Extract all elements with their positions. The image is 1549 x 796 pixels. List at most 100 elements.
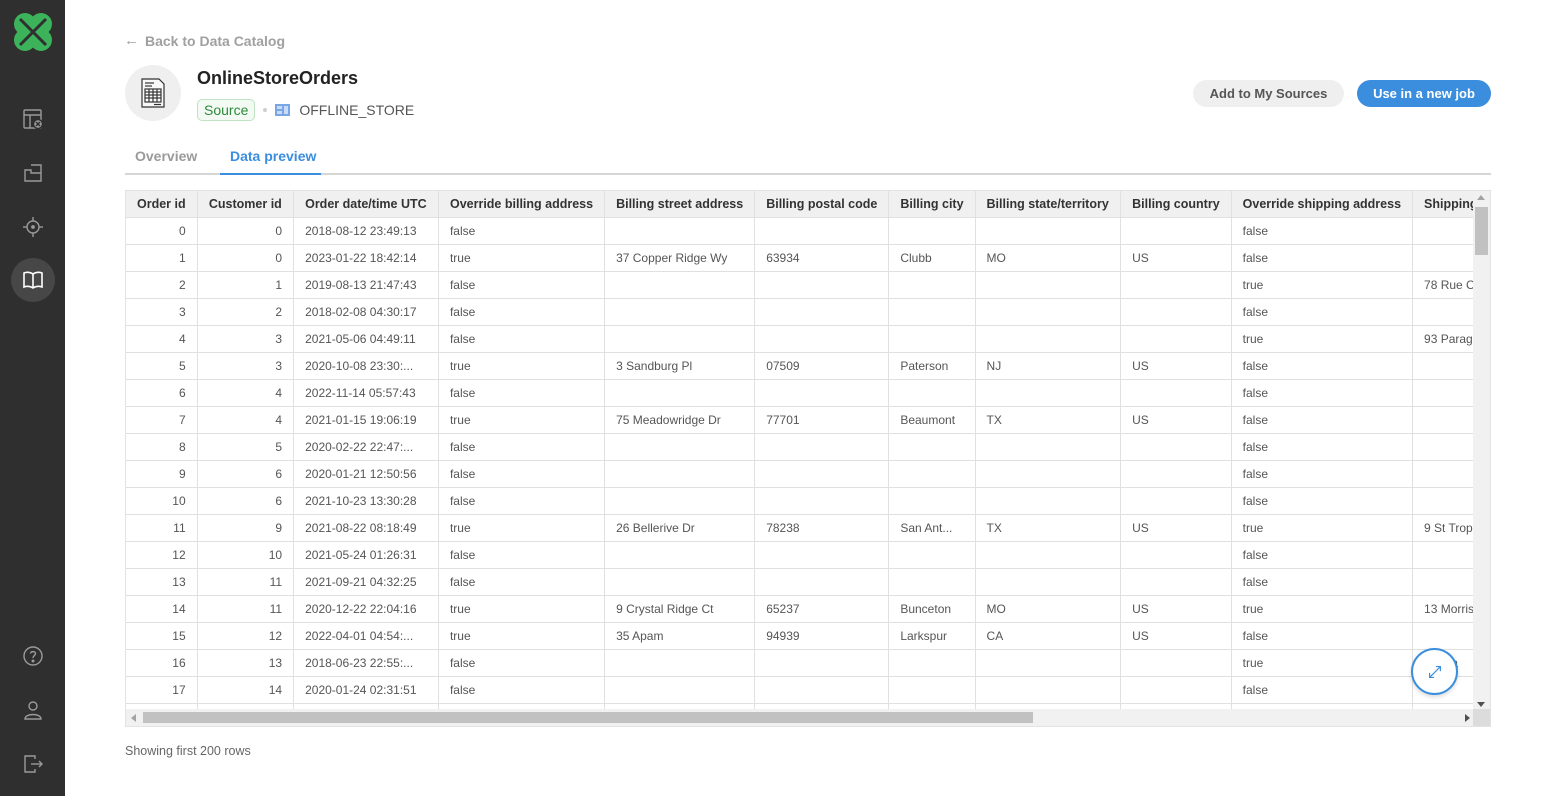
table-cell: false [1231,298,1414,326]
table-cell: 6 [197,487,295,515]
table-cell: 77701 [754,406,890,434]
column-header[interactable]: Customer id [197,191,295,218]
table-cell: false [1231,352,1414,380]
data-catalog-icon[interactable] [11,258,55,302]
table-cell: 2021-09-21 04:32:25 [293,568,439,596]
tab-bar: Overview Data preview [125,140,1491,175]
table-cell [604,217,756,245]
scroll-up-arrow[interactable] [1477,195,1485,200]
column-header[interactable]: Override billing address [438,191,606,218]
column-header[interactable]: Billing street address [604,191,756,218]
table-cell [1120,298,1232,326]
table-cell: 9 [197,514,295,542]
table-cell [754,325,890,353]
column-header[interactable]: Billing postal code [754,191,890,218]
table-cell: 5 [126,352,198,380]
column-header[interactable]: Order date/time UTC [293,191,439,218]
table-row[interactable]: 5 3 2020-10-08 23:30:... true 3 Sandburg Pl 0… [126,352,1490,380]
table-cell [1120,379,1232,407]
vertical-scrollbar[interactable] [1473,191,1490,711]
store-name: OFFLINE_STORE [299,102,415,118]
table-row[interactable]: 4 3 2021-05-06 04:49:11 false true 93 Parag [126,325,1490,353]
table-row[interactable]: 13 11 2021-09-21 04:32:25 false false [126,568,1490,596]
table-cell: false [1231,541,1414,569]
table-cell: 3 [197,325,295,353]
column-header[interactable]: Billing city [888,191,976,218]
horizontal-scroll-thumb[interactable] [143,712,1033,723]
table-cell: false [438,433,606,461]
column-header[interactable]: Order id [126,191,198,218]
table-cell: false [1231,460,1414,488]
scroll-right-arrow[interactable] [1465,714,1470,722]
table-cell: 2020-12-22 22:04:16 [293,595,439,623]
table-cell [754,298,890,326]
table-cell: Bunceton [888,595,976,623]
table-cell: false [1231,676,1414,704]
tab-overview[interactable]: Overview [135,148,197,164]
table-cell: 26 Bellerive Dr [604,514,756,542]
table-cell: US [1120,244,1232,272]
table-cell: false [438,568,606,596]
table-cell: 2021-08-22 08:18:49 [293,514,439,542]
monitor-icon[interactable] [11,205,55,249]
table-cell [754,676,890,704]
table-row[interactable]: 11 9 2021-08-22 08:18:49 true 26 Bellerive D… [126,514,1490,542]
tab-data-preview[interactable]: Data preview [230,148,316,164]
table-row[interactable]: 1 0 2023-01-22 18:42:14 true 37 Copper Ridge… [126,244,1490,272]
table-row[interactable]: 12 10 2021-05-24 01:26:31 false false [126,541,1490,569]
table-cell: 16 [126,649,198,677]
table-cell: TX [975,514,1122,542]
table-row[interactable]: 0 0 2018-08-12 23:49:13 false false [126,217,1490,245]
jobs-icon[interactable] [11,151,55,195]
table-row[interactable]: 6 4 2022-11-14 05:57:43 false false [126,379,1490,407]
table-cell: false [1231,487,1414,515]
use-in-new-job-button[interactable]: Use in a new job [1357,80,1491,107]
column-header[interactable]: Billing country [1120,191,1232,218]
column-header[interactable]: Override shipping address [1231,191,1414,218]
table-row[interactable]: 9 6 2020-01-21 12:50:56 false false [126,460,1490,488]
table-cell: false [438,676,606,704]
table-row[interactable]: 2 1 2019-08-13 21:47:43 false true 78 Rue C [126,271,1490,299]
table-cell: US [1120,352,1232,380]
table-cell [754,541,890,569]
sources-icon[interactable] [11,97,55,141]
table-row[interactable]: 8 5 2020-02-22 22:47:... false false [126,433,1490,461]
column-header[interactable]: Billing state/territory [975,191,1122,218]
table-cell [604,433,756,461]
table-cell: Paterson [888,352,976,380]
user-icon[interactable] [11,688,55,732]
table-cell: 5 [197,433,295,461]
logout-icon[interactable] [11,742,55,786]
table-cell: false [438,649,606,677]
arrow-left-icon: ← [124,32,139,49]
table-row[interactable]: 16132018-06-23 22:55:...falsetrueMorga [126,649,1490,677]
table-cell: US [1120,406,1232,434]
help-icon[interactable] [11,634,55,678]
table-cell: 12 [197,622,295,650]
table-cell: false [1231,433,1414,461]
add-to-my-sources-button[interactable]: Add to My Sources [1193,80,1344,107]
table-row[interactable]: 15 12 2022-04-01 04:54:... true 35 Apam 94939… [126,622,1490,650]
table-cell: 2020-02-22 22:47:... [293,433,439,461]
vertical-scroll-thumb[interactable] [1475,207,1488,255]
table-row[interactable]: 3 2 2018-02-08 04:30:17 false false [126,298,1490,326]
table-cell: 13 [197,649,295,677]
table-row[interactable]: 10 6 2021-10-23 13:30:28 false false [126,487,1490,515]
table-cell: false [438,271,606,299]
source-badge: Source [197,99,256,121]
table-cell: 2018-06-23 22:55:... [293,649,439,677]
table-cell: false [438,460,606,488]
back-to-catalog-link[interactable]: ← Back to Data Catalog [124,32,285,49]
table-cell [754,460,890,488]
expand-button[interactable] [1411,648,1458,695]
scroll-left-arrow[interactable] [131,714,136,722]
table-row[interactable]: 7 4 2021-01-15 19:06:19 true 75 Meadowridge … [126,406,1490,434]
scroll-down-arrow[interactable] [1477,702,1485,707]
clover-logo[interactable] [12,11,54,53]
table-row[interactable]: 14 11 2020-12-22 22:04:16 true 9 Crystal Rid… [126,595,1490,623]
horizontal-scrollbar[interactable] [126,709,1475,726]
main-content: ← Back to Data Catalog OnlineStoreOrders… [65,0,1549,796]
table-row[interactable]: 17 14 2020-01-24 02:31:51 false false [126,676,1490,704]
table-cell: 2021-05-24 01:26:31 [293,541,439,569]
table-cell: 13 [126,568,198,596]
